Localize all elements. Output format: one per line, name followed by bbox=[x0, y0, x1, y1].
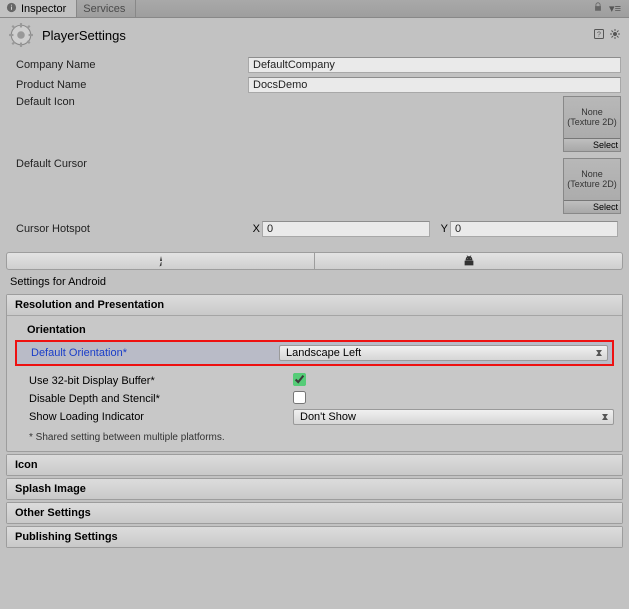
disable-depth-checkbox[interactable] bbox=[293, 391, 306, 404]
default-icon-picker[interactable]: None (Texture 2D) Select bbox=[563, 96, 621, 152]
default-icon-label: Default Icon bbox=[8, 96, 248, 108]
help-icon[interactable]: ? bbox=[593, 28, 605, 43]
svg-text:?: ? bbox=[597, 31, 601, 38]
section-publishing-header[interactable]: Publishing Settings bbox=[7, 527, 622, 547]
tab-inspector[interactable]: Inspector bbox=[0, 0, 77, 17]
info-icon bbox=[6, 2, 17, 16]
disable-depth-label: Disable Depth and Stencil* bbox=[15, 393, 293, 405]
tab-label: Services bbox=[83, 3, 125, 15]
x-label: X bbox=[248, 223, 260, 235]
section-splash: Splash Image bbox=[6, 478, 623, 500]
y-label: Y bbox=[436, 223, 448, 235]
show-loading-dropdown[interactable]: Don't Show bbox=[293, 409, 614, 425]
tab-services[interactable]: Services bbox=[77, 0, 136, 17]
section-resolution-header[interactable]: Resolution and Presentation bbox=[7, 295, 622, 316]
settings-for-label: Settings for Android bbox=[0, 270, 629, 292]
page-title: PlayerSettings bbox=[42, 28, 585, 43]
company-name-input[interactable] bbox=[248, 57, 621, 73]
product-name-label: Product Name bbox=[8, 79, 248, 91]
section-other-header[interactable]: Other Settings bbox=[7, 503, 622, 523]
object-none-text: None (Texture 2D) bbox=[564, 97, 620, 138]
default-orientation-label: Default Orientation* bbox=[21, 347, 279, 359]
section-splash-header[interactable]: Splash Image bbox=[7, 479, 622, 499]
default-orientation-dropdown[interactable]: Landscape Left bbox=[279, 345, 608, 361]
cursor-hotspot-y-input[interactable] bbox=[450, 221, 618, 237]
default-orientation-highlight: Default Orientation* Landscape Left bbox=[15, 340, 614, 366]
gear-icon bbox=[8, 22, 34, 48]
select-button[interactable]: Select bbox=[564, 200, 620, 213]
shared-setting-footnote: * Shared setting between multiple platfo… bbox=[15, 426, 614, 443]
section-publishing: Publishing Settings bbox=[6, 526, 623, 548]
use32-checkbox[interactable] bbox=[293, 373, 306, 386]
platform-tab-android[interactable] bbox=[315, 252, 623, 270]
company-name-label: Company Name bbox=[8, 59, 248, 71]
section-other: Other Settings bbox=[6, 502, 623, 524]
section-icon: Icon bbox=[6, 454, 623, 476]
section-icon-header[interactable]: Icon bbox=[7, 455, 622, 475]
show-loading-label: Show Loading Indicator bbox=[15, 411, 293, 423]
cursor-hotspot-x-input[interactable] bbox=[262, 221, 430, 237]
product-name-input[interactable] bbox=[248, 77, 621, 93]
orientation-heading: Orientation bbox=[15, 322, 614, 338]
tab-label: Inspector bbox=[21, 3, 66, 15]
lock-icon[interactable] bbox=[593, 2, 603, 15]
settings-gear-icon[interactable] bbox=[609, 28, 621, 43]
section-resolution: Resolution and Presentation Orientation … bbox=[6, 294, 623, 452]
platform-tab-standalone[interactable] bbox=[6, 252, 315, 270]
default-cursor-label: Default Cursor bbox=[8, 158, 248, 170]
default-cursor-picker[interactable]: None (Texture 2D) Select bbox=[563, 158, 621, 214]
object-none-text: None (Texture 2D) bbox=[564, 159, 620, 200]
cursor-hotspot-label: Cursor Hotspot bbox=[8, 223, 248, 235]
select-button[interactable]: Select bbox=[564, 138, 620, 151]
use32-label: Use 32-bit Display Buffer* bbox=[15, 375, 293, 387]
context-menu-icon[interactable]: ▾≡ bbox=[607, 2, 623, 15]
